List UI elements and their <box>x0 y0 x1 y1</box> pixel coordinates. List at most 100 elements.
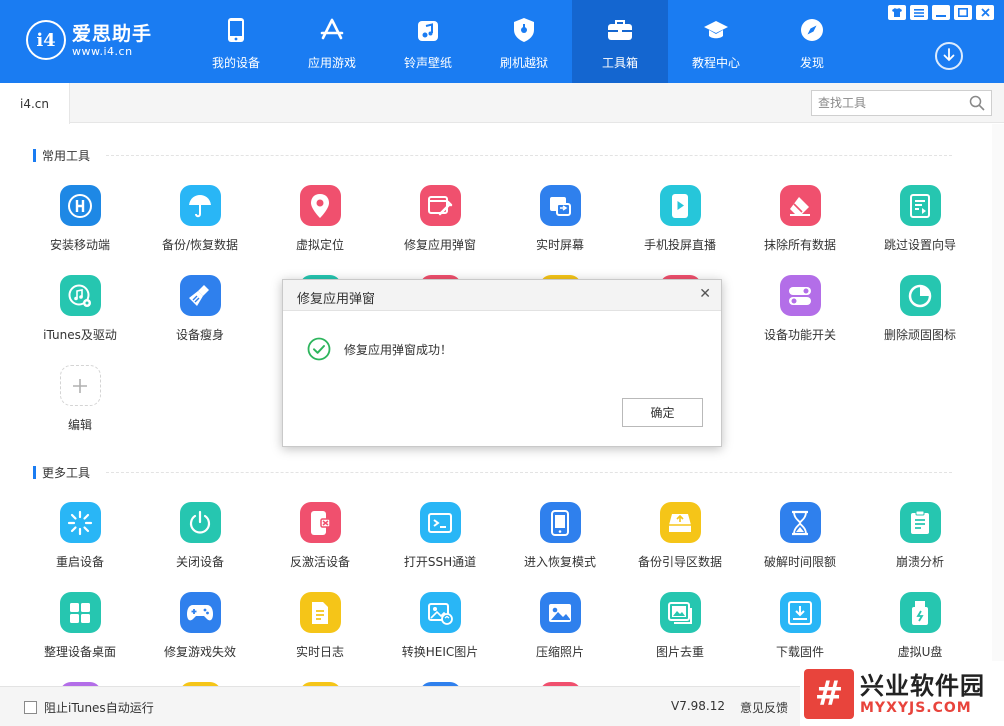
tab-i4cn[interactable]: i4.cn <box>0 83 70 124</box>
minimize-icon[interactable] <box>932 5 950 20</box>
app-logo: i4 爱思助手 www.i4.cn <box>26 20 152 60</box>
section-title-common: 常用工具 <box>33 148 90 163</box>
nav-label: 我的设备 <box>211 56 260 70</box>
tool-crash-analysis[interactable]: 崩溃分析 <box>860 502 980 570</box>
block-itunes-autorun[interactable]: 阻止iTunes自动运行 <box>24 699 154 716</box>
tool-open-ssh[interactable]: 打开SSH通道 <box>380 502 500 570</box>
tool-download-firmware[interactable]: 下载固件 <box>740 592 860 660</box>
tool-realtime-screen[interactable]: 实时屏幕 <box>500 185 620 253</box>
nav-toolbox[interactable]: 工具箱 <box>572 0 668 83</box>
nav-label: 发现 <box>799 56 824 70</box>
tool-device-slim[interactable]: 设备瘦身 <box>140 275 260 343</box>
nav-label: 刷机越狱 <box>499 56 548 70</box>
toggle-icon <box>779 275 821 316</box>
tool-backup-boot-data[interactable]: 备份引导区数据 <box>620 502 740 570</box>
log-icon <box>299 592 341 633</box>
tool-organize-desktop[interactable]: 整理设备桌面 <box>20 592 140 660</box>
location-pin-icon <box>299 185 341 226</box>
screen-cast-icon <box>539 185 581 226</box>
dialog-header: 修复应用弹窗 ✕ <box>283 280 721 311</box>
phone-play-icon <box>659 185 701 226</box>
tool-repair-games[interactable]: 修复游戏失效 <box>140 592 260 660</box>
scrollbar[interactable] <box>992 124 1004 686</box>
terminal-icon <box>419 502 461 543</box>
repair-success-dialog: 修复应用弹窗 ✕ 修复应用弹窗成功！ 确定 <box>282 279 722 447</box>
dialog-title: 修复应用弹窗 <box>297 292 376 307</box>
report-icon <box>899 502 941 543</box>
tool-shutdown-device[interactable]: 关闭设备 <box>140 502 260 570</box>
checkbox[interactable] <box>24 701 37 714</box>
nav-tutorials[interactable]: 教程中心 <box>668 0 764 83</box>
tool-virtual-location[interactable]: 虚拟定位 <box>260 185 380 253</box>
nav-ringtones[interactable]: 铃声壁纸 <box>380 0 476 83</box>
nav-label: 教程中心 <box>691 56 740 70</box>
repair-icon <box>419 185 461 226</box>
skip-setup-icon <box>899 185 941 226</box>
pie-icon <box>899 275 941 316</box>
toolbox-icon <box>607 16 633 44</box>
close-icon[interactable] <box>976 5 994 20</box>
tool-realtime-log[interactable]: 实时日志 <box>260 592 380 660</box>
tool-recovery-mode[interactable]: 进入恢复模式 <box>500 502 620 570</box>
tool-restart-device[interactable]: 重启设备 <box>20 502 140 570</box>
watermark-title: 兴业软件园 <box>860 671 985 700</box>
usb-drive-icon <box>899 592 941 633</box>
tool-compress-photos[interactable]: 压缩照片 <box>500 592 620 660</box>
download-firmware-icon <box>779 592 821 633</box>
check-circle-icon <box>307 337 331 361</box>
tool-device-switches[interactable]: 设备功能开关 <box>740 275 860 343</box>
plus-icon <box>59 365 101 406</box>
itunes-icon <box>59 275 101 316</box>
search-icon[interactable] <box>969 95 985 114</box>
umbrella-icon <box>179 185 221 226</box>
watermark: # 兴业软件园 MYXYJS.COM <box>800 661 1004 726</box>
tool-backup-restore[interactable]: 备份/恢复数据 <box>140 185 260 253</box>
download-manager-button[interactable] <box>935 42 963 70</box>
shirt-icon[interactable] <box>888 5 906 20</box>
nav-apps-games[interactable]: 应用游戏 <box>284 0 380 83</box>
dialog-message-text: 修复应用弹窗成功！ <box>344 342 453 357</box>
search-input[interactable] <box>812 91 962 115</box>
tool-edit[interactable]: 编辑 <box>20 365 140 433</box>
shield-icon <box>511 16 537 44</box>
backup-drive-icon <box>659 502 701 543</box>
tool-convert-heic[interactable]: 转换HEIC图片 <box>380 592 500 660</box>
tool-dedupe-photos[interactable]: 图片去重 <box>620 592 740 660</box>
watermark-url: MYXYJS.COM <box>860 699 972 716</box>
nav-flash-jailbreak[interactable]: 刷机越狱 <box>476 0 572 83</box>
compass-icon <box>799 16 825 44</box>
menu-icon[interactable] <box>910 5 928 20</box>
tool-delete-stubborn-icons[interactable]: 删除顽固图标 <box>860 275 980 343</box>
section-divider <box>106 155 952 156</box>
tool-crack-time-limit[interactable]: 破解时间限额 <box>740 502 860 570</box>
power-icon <box>179 502 221 543</box>
section-title-more: 更多工具 <box>33 465 90 480</box>
image-convert-icon <box>419 592 461 633</box>
section-divider <box>106 472 952 473</box>
tool-erase-all-data[interactable]: 抹除所有数据 <box>740 185 860 253</box>
tool-phone-cast-live[interactable]: 手机投屏直播 <box>620 185 740 253</box>
tool-skip-setup[interactable]: 跳过设置向导 <box>860 185 980 253</box>
feedback-link[interactable]: 意见反馈 <box>740 699 788 716</box>
close-icon[interactable]: ✕ <box>699 286 711 302</box>
nav-discover[interactable]: 发现 <box>764 0 860 83</box>
phone-icon <box>223 16 249 44</box>
tool-deactivate-device[interactable]: 反激活设备 <box>260 502 380 570</box>
arrow-down-icon <box>942 47 956 65</box>
maximize-icon[interactable] <box>954 5 972 20</box>
hourglass-icon <box>779 502 821 543</box>
deactivate-icon <box>299 502 341 543</box>
app-store-icon <box>319 16 345 44</box>
music-note-icon <box>415 16 441 44</box>
nav-my-device[interactable]: 我的设备 <box>188 0 284 83</box>
confirm-button[interactable]: 确定 <box>622 398 703 427</box>
eraser-icon <box>779 185 821 226</box>
restart-icon <box>59 502 101 543</box>
broom-icon <box>179 275 221 316</box>
tool-itunes-driver[interactable]: iTunes及驱动 <box>20 275 140 343</box>
graduation-cap-icon <box>703 16 729 44</box>
tool-virtual-usb[interactable]: 虚拟U盘 <box>860 592 980 660</box>
logo-url: www.i4.cn <box>72 44 133 58</box>
tool-repair-app-popup[interactable]: 修复应用弹窗 <box>380 185 500 253</box>
tool-install-mobile[interactable]: 安装移动端 <box>20 185 140 253</box>
